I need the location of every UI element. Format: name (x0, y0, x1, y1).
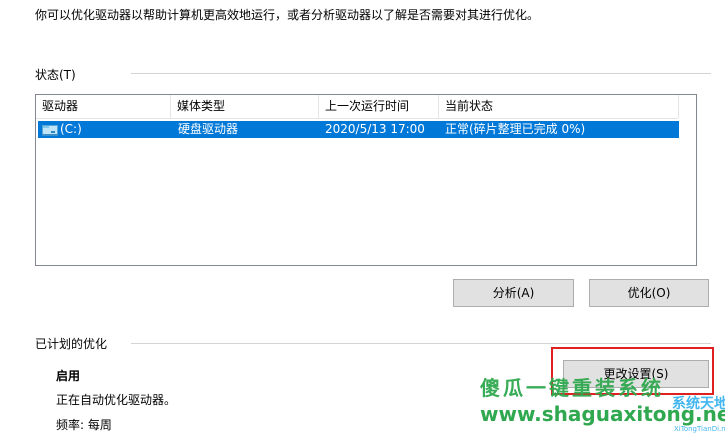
schedule-frequency: 频率: 每周 (56, 418, 112, 432)
current-status: 正常(碎片整理已完成 0%) (445, 122, 586, 136)
watermark-logo-sub: XiTongTianDi.net (674, 425, 725, 433)
media-type: 硬盘驱动器 (178, 122, 239, 136)
watermark-logo: 系统天地 (672, 396, 725, 412)
column-header-current-status[interactable]: 当前状态 (439, 95, 679, 118)
watermark-text: 傻瓜一键重装系统 (480, 376, 664, 400)
schedule-state: 启用 (56, 369, 81, 383)
status-label: 状态(T) (35, 68, 76, 82)
optimize-button[interactable]: 优化(O) (589, 279, 709, 307)
drive-row-c[interactable]: (C:) 硬盘驱动器 2020/5/13 17:00 正常(碎片整理已完成 0%… (38, 121, 679, 138)
column-header-media-type[interactable]: 媒体类型 (171, 95, 319, 118)
schedule-description: 正在自动优化驱动器。 (56, 393, 177, 407)
scheduled-label: 已计划的优化 (35, 337, 108, 351)
status-divider (131, 73, 711, 74)
scheduled-divider (131, 343, 711, 344)
drive-name: (C:) (60, 122, 82, 136)
column-header-last-run[interactable]: 上一次运行时间 (319, 95, 439, 118)
drive-list-header: 驱动器 媒体类型 上一次运行时间 当前状态 (36, 95, 679, 119)
drive-list[interactable]: 驱动器 媒体类型 上一次运行时间 当前状态 (C:) 硬盘驱动器 2020/5/… (35, 94, 697, 266)
analyze-button[interactable]: 分析(A) (453, 279, 574, 307)
column-header-drive[interactable]: 驱动器 (36, 95, 171, 118)
last-run-time: 2020/5/13 17:00 (325, 122, 425, 136)
hard-drive-icon (42, 125, 58, 136)
intro-text: 你可以优化驱动器以帮助计算机更高效地运行，或者分析驱动器以了解是否需要对其进行优… (35, 8, 540, 22)
